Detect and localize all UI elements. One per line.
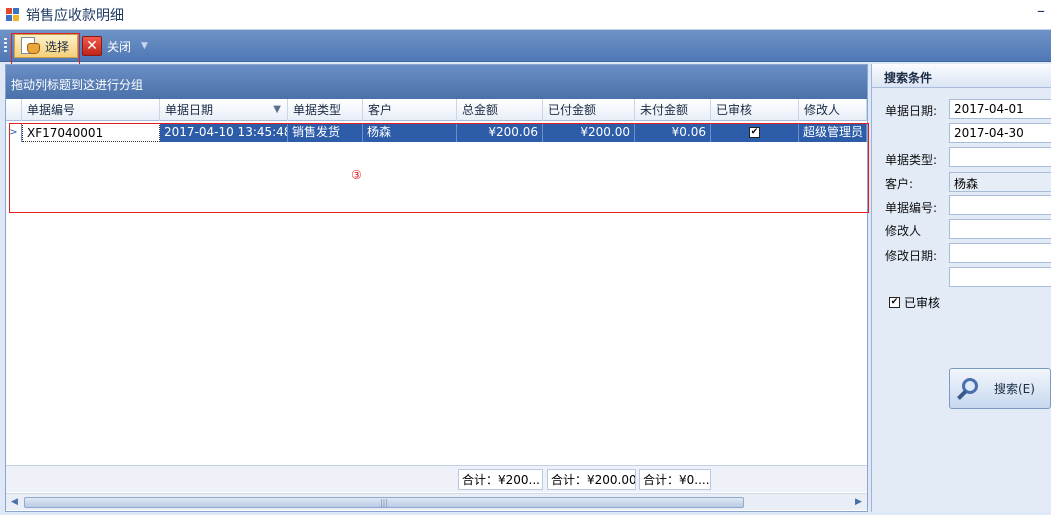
cell-total[interactable]: ¥200.06 xyxy=(457,123,543,142)
detail-grid: 拖动列标题到这进行分组 单据编号 单据日期 ▼ 单据类型 客户 总金额 已付金额 … xyxy=(5,64,869,512)
scroll-thumb[interactable]: ||| xyxy=(24,497,744,508)
modify-date-label: 修改日期: xyxy=(885,249,938,263)
grid-column-header: 单据编号 单据日期 ▼ 单据类型 客户 总金额 已付金额 未付金额 已审核 修改人 xyxy=(6,99,867,121)
group-by-panel[interactable]: 拖动列标题到这进行分组 xyxy=(6,65,867,99)
date-from-field[interactable]: 2017-04-01 xyxy=(949,99,1051,119)
minimize-icon[interactable]: – xyxy=(1037,3,1049,20)
search-panel-title: 搜索条件 xyxy=(872,64,1051,88)
customer-label: 客户: xyxy=(885,177,914,191)
bill-type-field[interactable] xyxy=(949,147,1051,167)
column-header-customer[interactable]: 客户 xyxy=(363,99,457,121)
summary-paid: 合计：¥200.00 xyxy=(547,469,636,490)
column-header-bill-date[interactable]: 单据日期 ▼ xyxy=(160,99,288,121)
scroll-left-icon[interactable]: ◀ xyxy=(8,496,21,509)
row-indicator-icon: > xyxy=(6,123,22,142)
cell-bill-no[interactable]: XF17040001 xyxy=(22,123,160,142)
modifier-label: 修改人 xyxy=(885,224,922,238)
column-header-modifier[interactable]: 修改人 xyxy=(799,99,867,121)
search-panel: 搜索条件 单据日期: 2017-04-01 2017-04-30 单据类型: 客… xyxy=(871,64,1051,512)
search-button[interactable]: 搜索(E) xyxy=(949,368,1051,409)
cell-paid[interactable]: ¥200.00 xyxy=(543,123,635,142)
annotation-label-3: ③ xyxy=(351,168,362,182)
close-button-label: 关闭 xyxy=(107,39,132,54)
column-header-bill-no[interactable]: 单据编号 xyxy=(22,99,160,121)
bill-no-label: 单据编号: xyxy=(885,201,938,215)
grid-summary-footer: 合计：¥200... 合计：¥200.00 合计：¥0.... xyxy=(6,465,867,492)
cell-unpaid[interactable]: ¥0.06 xyxy=(635,123,711,142)
title-bar: 销售应收款明细 – xyxy=(0,0,1051,30)
toolbar: 选择 ✕ 关闭 ▼ xyxy=(0,30,1051,62)
bill-no-field[interactable] xyxy=(949,195,1051,215)
cell-approved[interactable]: ✔ xyxy=(711,123,799,142)
app-window-icon xyxy=(6,7,20,22)
approved-checkbox[interactable]: ✔ xyxy=(749,127,760,138)
select-button-label: 选择 xyxy=(45,39,70,54)
chevron-down-icon[interactable]: ▼ xyxy=(141,41,148,51)
date-to-field[interactable]: 2017-04-30 xyxy=(949,123,1051,143)
modifier-field[interactable] xyxy=(949,219,1051,239)
scroll-right-icon[interactable]: ▶ xyxy=(852,496,865,509)
column-header-total[interactable]: 总金额 xyxy=(457,99,543,121)
horizontal-scrollbar[interactable]: ◀ ||| ▶ xyxy=(6,493,867,510)
modify-date-to-field[interactable] xyxy=(949,267,1051,287)
select-document-hand-icon xyxy=(19,37,41,55)
customer-field[interactable]: 杨森 xyxy=(949,172,1051,192)
column-header-unpaid[interactable]: 未付金额 xyxy=(635,99,711,121)
window-title: 销售应收款明细 xyxy=(26,7,124,24)
select-button[interactable]: 选择 xyxy=(14,34,78,58)
column-header-bill-date-label: 单据日期 xyxy=(165,103,214,117)
approved-filter-label: 已审核 xyxy=(904,296,941,310)
row-indicator-header xyxy=(6,99,22,121)
cell-customer[interactable]: 杨森 xyxy=(363,123,457,142)
summary-unpaid: 合计：¥0.... xyxy=(639,469,711,490)
summary-total: 合计：¥200... xyxy=(458,469,543,490)
close-button[interactable]: ✕ 关闭 ▼ xyxy=(80,34,152,58)
column-header-bill-type[interactable]: 单据类型 xyxy=(288,99,363,121)
search-button-label: 搜索(E) xyxy=(994,382,1035,396)
magnifier-icon xyxy=(956,376,982,402)
column-header-paid[interactable]: 已付金额 xyxy=(543,99,635,121)
bill-type-label: 单据类型: xyxy=(885,153,938,167)
bill-date-label: 单据日期: xyxy=(885,104,938,118)
approved-filter[interactable]: ✔ 已审核 xyxy=(889,294,940,311)
table-row[interactable]: > XF17040001 2017-04-10 13:45:48 销售发货 杨森… xyxy=(6,123,867,142)
cell-modifier[interactable]: 超级管理员 xyxy=(799,123,867,142)
toolbar-grip-icon[interactable] xyxy=(4,38,7,54)
modify-date-from-field[interactable] xyxy=(949,243,1051,263)
sort-descending-icon: ▼ xyxy=(273,104,281,115)
column-header-approved[interactable]: 已审核 xyxy=(711,99,799,121)
cell-bill-date[interactable]: 2017-04-10 13:45:48 xyxy=(160,123,288,142)
cell-bill-type[interactable]: 销售发货 xyxy=(288,123,363,142)
approved-filter-checkbox[interactable]: ✔ xyxy=(889,297,900,308)
close-x-icon: ✕ xyxy=(82,36,102,56)
